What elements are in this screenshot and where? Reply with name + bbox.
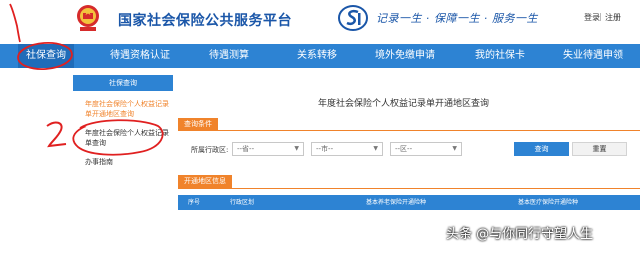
- nav-item-social-insurance-query[interactable]: 社保查询: [18, 44, 74, 68]
- district-select-value: --区--: [395, 145, 413, 153]
- main-nav: 社保查询 待遇资格认证 待遇测算 关系转移 境外免缴申请 我的社保卡 失业待遇申…: [0, 44, 640, 68]
- district-select[interactable]: --区-- ▼: [390, 142, 462, 156]
- column-header-medical: 基本医疗保险开通险种: [518, 199, 579, 206]
- city-select-value: --市--: [316, 145, 334, 153]
- sidebar-item-guide[interactable]: 办事指南: [85, 157, 175, 167]
- page: 国家社会保险公共服务平台 记录一生 · 保障一生 · 服务一生 登录 | 注册 …: [0, 0, 640, 255]
- query-button[interactable]: 查询: [514, 142, 569, 156]
- site-title: 国家社会保险公共服务平台: [118, 13, 292, 29]
- city-select[interactable]: --市-- ▼: [311, 142, 383, 156]
- sidebar: 社保查询 年度社会保险个人权益记录单开通地区查询 年度社会保险个人权益记录单查询…: [73, 75, 173, 255]
- sidebar-item-region-query[interactable]: 年度社会保险个人权益记录单开通地区查询: [85, 99, 175, 119]
- register-link[interactable]: 注册: [605, 12, 621, 23]
- nav-item-my-social-card[interactable]: 我的社保卡: [470, 44, 530, 68]
- nav-item-overseas-exemption[interactable]: 境外免缴申请: [370, 44, 440, 68]
- slogan: 记录一生 · 保障一生 · 服务一生: [376, 12, 538, 25]
- page-title: 年度社会保险个人权益记录单开通地区查询: [318, 99, 490, 109]
- header-separator: |: [599, 12, 602, 21]
- nav-item-benefit-calculation[interactable]: 待遇测算: [202, 44, 256, 68]
- national-emblem-icon: [77, 5, 99, 31]
- column-header-region: 行政区划: [230, 199, 255, 206]
- region-label: 所属行政区:: [191, 146, 229, 154]
- social-insurance-logo-icon: [338, 5, 368, 31]
- sidebar-item-record-query[interactable]: 年度社会保险个人权益记录单查询: [85, 128, 175, 148]
- column-header-pension: 基本养老保险开通险种: [366, 199, 427, 206]
- results-table-header: 序号 行政区划 基本养老保险开通险种 基本医疗保险开通险种: [178, 195, 640, 210]
- results-section-label: 开通地区信息: [178, 175, 232, 188]
- site-header: 国家社会保险公共服务平台 记录一生 · 保障一生 · 服务一生 登录 | 注册: [0, 0, 640, 40]
- annotation-number-2: [46, 121, 67, 148]
- nav-item-benefit-qualification[interactable]: 待遇资格认证: [106, 44, 174, 68]
- chevron-down-icon: ▼: [452, 145, 457, 152]
- province-select-value: --省--: [237, 145, 255, 153]
- query-section-label: 查询条件: [178, 118, 218, 131]
- reset-button[interactable]: 重置: [572, 142, 627, 156]
- login-link[interactable]: 登录: [584, 12, 600, 23]
- column-header-index: 序号: [188, 199, 201, 206]
- watermark: 头条 @与你同行守望人生: [446, 227, 594, 242]
- chevron-down-icon: ▼: [294, 145, 299, 152]
- nav-item-relation-transfer[interactable]: 关系转移: [290, 44, 344, 68]
- nav-item-unemployment-claim[interactable]: 失业待遇申领: [556, 44, 630, 68]
- section-divider: [178, 130, 640, 131]
- province-select[interactable]: --省-- ▼: [232, 142, 304, 156]
- section-divider: [178, 188, 640, 189]
- chevron-down-icon: ▼: [373, 145, 378, 152]
- sidebar-title: 社保查询: [73, 75, 173, 91]
